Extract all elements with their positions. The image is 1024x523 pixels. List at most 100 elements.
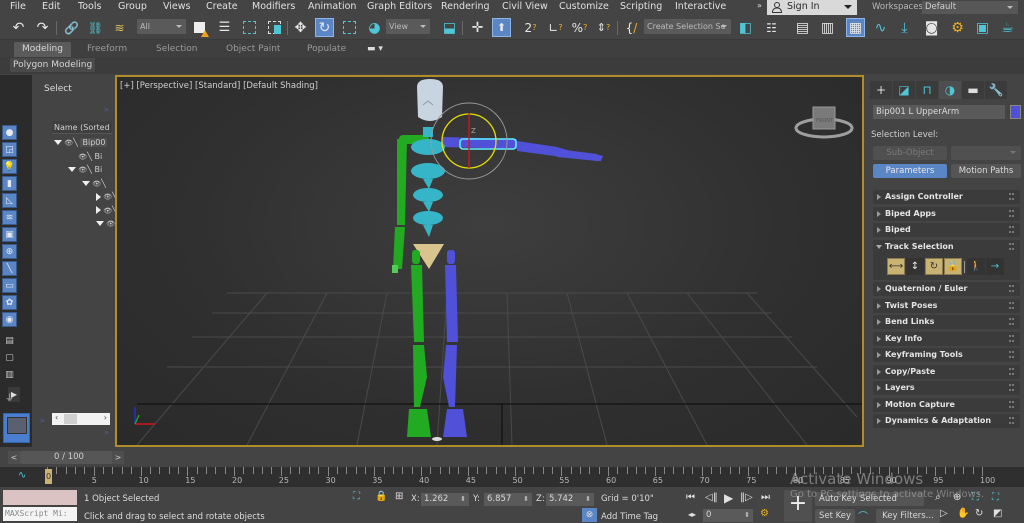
expand-down-icon[interactable] bbox=[54, 140, 62, 145]
menu-scripting[interactable]: Scripting bbox=[620, 1, 662, 12]
ribbon-toggle-icon[interactable]: ▦ bbox=[846, 18, 865, 37]
go-to-end-icon[interactable]: ⏭ bbox=[761, 492, 770, 503]
window-crossing-icon[interactable] bbox=[265, 18, 284, 37]
edit-named-selection-icon[interactable]: {/ bbox=[622, 18, 641, 37]
spinner-icon[interactable]: ⬍ bbox=[523, 493, 529, 506]
isolate-selection-icon[interactable]: ⛶ bbox=[353, 491, 360, 502]
menu-interactive[interactable]: Interactive bbox=[675, 1, 726, 12]
filter-icon[interactable]: ⏚ bbox=[2, 390, 17, 405]
rollout-biped-apps[interactable]: Biped Apps bbox=[873, 206, 1020, 221]
select-all-icon[interactable]: ▤ bbox=[2, 333, 17, 348]
rollout-bend-links[interactable]: Bend Links bbox=[873, 315, 1020, 329]
menu-modifiers[interactable]: Modifiers bbox=[252, 1, 295, 12]
drag-handle-icon[interactable] bbox=[1009, 193, 1014, 200]
next-frame-button[interactable]: > bbox=[112, 451, 124, 464]
opposite-icon[interactable]: → bbox=[986, 258, 1004, 275]
rollout-twist-poses[interactable]: Twist Poses bbox=[873, 298, 1020, 313]
track-body-rotation-icon[interactable]: ↻ bbox=[925, 258, 943, 275]
select-manipulate-icon[interactable]: ⬆ bbox=[492, 18, 511, 37]
ribbon-tab-selection[interactable]: Selection bbox=[156, 42, 197, 57]
spinner-icon[interactable]: ⬍ bbox=[460, 493, 466, 506]
pan-view-icon[interactable]: ✋ bbox=[957, 508, 969, 519]
track-body-vertical-icon[interactable]: ↕ bbox=[906, 258, 924, 275]
object-name-field[interactable]: Bip001 L UpperArm bbox=[873, 105, 1005, 119]
angle-snap-icon[interactable]: ∟? bbox=[546, 18, 565, 37]
expand-down-icon[interactable] bbox=[68, 167, 76, 172]
play-icon[interactable]: ▶ bbox=[724, 491, 733, 505]
drag-handle-icon[interactable] bbox=[1009, 384, 1014, 391]
zoom-extents-all-icon[interactable]: ⛶ bbox=[992, 492, 999, 503]
select-by-name-icon[interactable]: ☰ bbox=[215, 18, 234, 37]
column-header-name[interactable]: Name (Sorted A bbox=[52, 121, 112, 134]
parameters-button[interactable]: Parameters bbox=[873, 164, 947, 178]
menu-customize[interactable]: Customize bbox=[559, 1, 609, 12]
drag-handle-icon[interactable] bbox=[1009, 367, 1014, 375]
maxscript-listener-output[interactable] bbox=[3, 490, 77, 505]
mirror-icon[interactable]: ◧ bbox=[736, 18, 755, 37]
align-icon[interactable]: ☷ bbox=[762, 18, 781, 37]
rect-region-icon[interactable] bbox=[240, 18, 259, 37]
select-move-icon[interactable]: ✥ bbox=[291, 18, 310, 37]
default-in-out-tangents-icon[interactable]: ⌒ bbox=[858, 508, 868, 523]
menu-rendering[interactable]: Rendering bbox=[441, 1, 490, 12]
object-color-swatch[interactable] bbox=[1010, 105, 1021, 119]
geometry-filter-icon[interactable]: ● bbox=[2, 125, 17, 140]
lock-cob-keying-icon[interactable]: 🔒 bbox=[944, 258, 962, 275]
menu-civil-view[interactable]: Civil View bbox=[502, 1, 548, 12]
unlink-icon[interactable]: ⛓ bbox=[86, 18, 105, 37]
axis-constraints-icon[interactable]: ✛ bbox=[468, 18, 487, 37]
xrefs-filter-icon[interactable]: ⊕ bbox=[2, 244, 17, 259]
rollout-copy-paste[interactable]: Copy/Paste bbox=[873, 364, 1020, 379]
symmetrical-icon[interactable]: 🚶 bbox=[967, 258, 985, 275]
drag-handle-icon[interactable] bbox=[1009, 226, 1014, 233]
rollout-dynamics-adaptation[interactable]: Dynamics & Adaptation bbox=[873, 414, 1020, 428]
current-frame-field[interactable]: 0 ⬍ bbox=[703, 509, 753, 522]
selection-lock-icon[interactable]: 🔒 bbox=[375, 491, 387, 502]
pivot-icon[interactable]: ⬓ bbox=[440, 18, 459, 37]
y-coordinate-field[interactable]: 6.857 ⬍ bbox=[484, 493, 532, 506]
selection-filter-dropdown[interactable]: All bbox=[137, 19, 186, 34]
expand-down-icon[interactable] bbox=[82, 180, 90, 186]
workspace-dropdown[interactable]: Default bbox=[922, 1, 1018, 14]
visibility-eye-icon[interactable]: 👁 bbox=[101, 193, 112, 201]
visibility-eye-icon[interactable]: 👁 bbox=[104, 220, 115, 228]
helpers-filter-icon[interactable]: ◺ bbox=[2, 193, 17, 208]
menu-views[interactable]: Views bbox=[163, 1, 191, 12]
spinner-icon[interactable]: ⬍ bbox=[585, 493, 591, 506]
layer-explorer-icon[interactable]: ▥ bbox=[818, 18, 837, 37]
drag-handle-icon[interactable] bbox=[1009, 318, 1014, 325]
rollout-assign-controller[interactable]: Assign Controller bbox=[873, 190, 1020, 204]
add-time-tag-button[interactable]: Add Time Tag bbox=[601, 512, 658, 522]
rendered-frame-icon[interactable]: ▣ bbox=[973, 18, 992, 37]
ref-coord-dropdown[interactable]: View bbox=[386, 19, 430, 34]
polygon-modeling-panel[interactable]: Polygon Modeling bbox=[10, 58, 96, 72]
motion-tab-icon[interactable]: ◑ bbox=[939, 81, 961, 99]
z-coordinate-field[interactable]: 5.742 ⬍ bbox=[546, 493, 594, 506]
menu-overflow[interactable]: » bbox=[757, 1, 762, 10]
time-slider[interactable]: 0 / 100 bbox=[20, 451, 118, 464]
display-tab-icon[interactable]: ▬ bbox=[962, 81, 984, 99]
sub-object-dropdown[interactable] bbox=[951, 146, 1021, 160]
rollout-quaternion-euler[interactable]: Quaternion / Euler bbox=[873, 282, 1020, 296]
percent-snap-icon[interactable]: %? bbox=[570, 18, 589, 37]
hidden-filter-icon[interactable]: ◉ bbox=[2, 312, 17, 327]
sign-in-button[interactable]: Sign In bbox=[767, 0, 857, 15]
scroll-left-icon[interactable]: ‹ bbox=[55, 413, 58, 422]
menu-animation[interactable]: Animation bbox=[308, 1, 356, 12]
set-key-button[interactable]: Set Key bbox=[815, 509, 856, 523]
sub-object-button[interactable]: Sub-Object bbox=[873, 146, 947, 160]
previous-key-icon[interactable]: ◁‖ bbox=[705, 492, 718, 503]
render-icon[interactable]: ☕ bbox=[998, 18, 1017, 37]
key-filters-button[interactable]: Key Filters... bbox=[876, 509, 940, 523]
snaps-icon[interactable]: 2? bbox=[521, 18, 540, 37]
spacewarps-filter-icon[interactable]: ≋ bbox=[2, 210, 17, 225]
frozen-filter-icon[interactable]: ✿ bbox=[2, 295, 17, 310]
groups-filter-icon[interactable]: ▣ bbox=[2, 227, 17, 242]
rollout-biped[interactable]: Biped bbox=[873, 223, 1020, 237]
maximize-viewport-icon[interactable]: ◩ bbox=[993, 508, 1002, 519]
field-of-view-icon[interactable]: ▷ bbox=[940, 508, 948, 519]
visibility-eye-icon[interactable]: 👁 bbox=[76, 153, 87, 161]
ribbon-tab-freeform[interactable]: Freeform bbox=[87, 42, 127, 57]
scene-explorer-icon[interactable]: ▤ bbox=[793, 18, 812, 37]
select-none-icon[interactable]: ▢ bbox=[2, 350, 17, 365]
